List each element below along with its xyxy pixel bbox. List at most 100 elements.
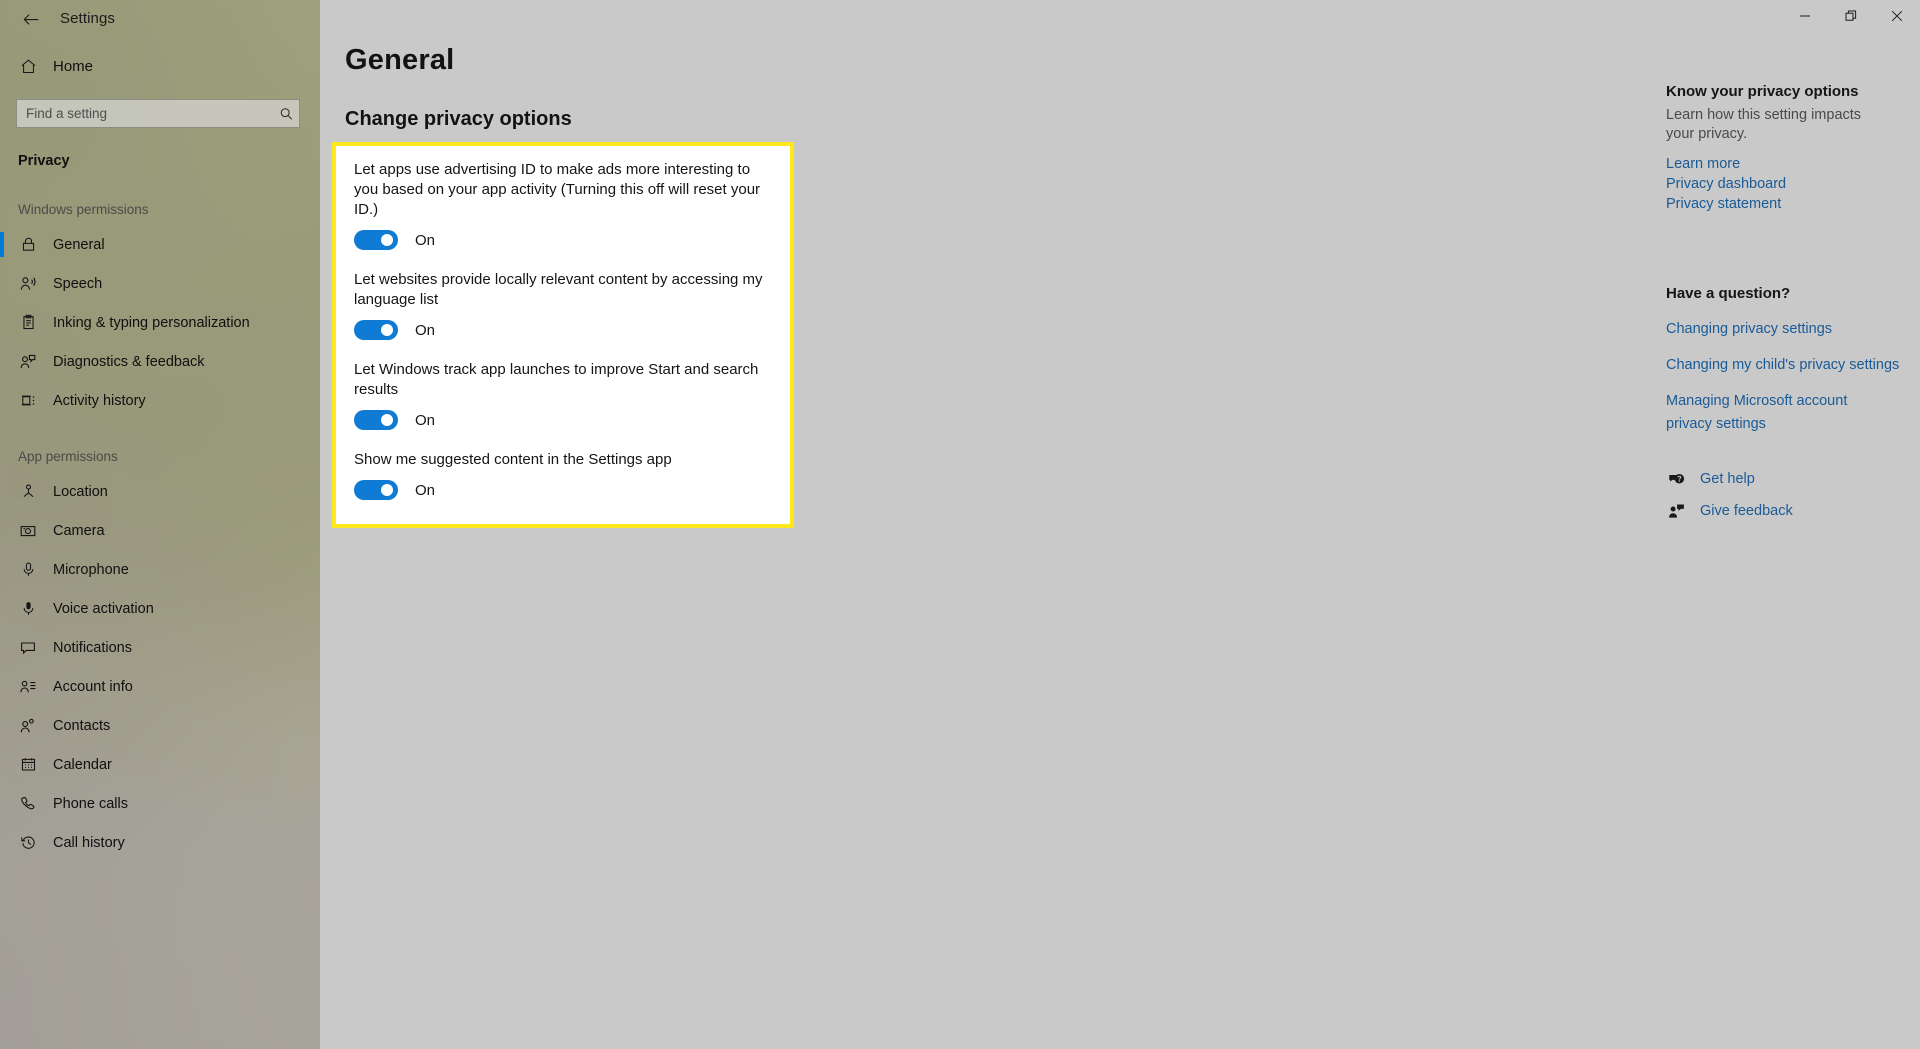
sidebar-item-location[interactable]: Location	[0, 472, 320, 511]
sidebar-item-general-label: General	[53, 236, 105, 253]
close-icon	[1891, 10, 1903, 22]
toggle-language-list-state: On	[415, 321, 436, 339]
sidebar-item-speech[interactable]: Speech	[0, 264, 320, 303]
rail-section-actions: Get help Give feedback	[1666, 463, 1793, 527]
contacts-icon	[18, 716, 38, 736]
speech-person-icon	[18, 274, 38, 294]
back-arrow-icon	[23, 12, 40, 27]
camera-icon	[18, 521, 38, 541]
toggle-suggested-content[interactable]	[354, 480, 398, 500]
sidebar-item-notifications[interactable]: Notifications	[0, 628, 320, 667]
title-bar: Settings	[0, 0, 1920, 38]
section-title: Change privacy options	[345, 108, 572, 130]
sidebar-item-home[interactable]: Home	[0, 49, 320, 83]
link-changing-privacy-settings[interactable]: Changing privacy settings	[1666, 318, 1899, 341]
sidebar-item-contacts-label: Contacts	[53, 717, 111, 734]
setting-language-list: Let websites provide locally relevant co…	[354, 270, 772, 340]
feedback-person-icon	[1666, 501, 1686, 521]
setting-advertising-id-description: Let apps use advertising ID to make ads …	[354, 161, 761, 218]
sidebar-item-diagnostics-feedback[interactable]: Diagnostics & feedback	[0, 342, 320, 381]
sidebar-item-account-info[interactable]: Account info	[0, 667, 320, 706]
restore-button[interactable]	[1828, 0, 1874, 32]
search-icon[interactable]	[279, 106, 294, 121]
toggle-knob	[381, 234, 393, 246]
setting-language-list-description: Let websites provide locally relevant co…	[354, 271, 763, 308]
phone-icon	[18, 794, 38, 814]
calendar-icon	[18, 755, 38, 775]
voice-activation-icon	[18, 599, 38, 619]
help-bubble-icon	[1666, 469, 1686, 489]
minimize-button[interactable]	[1782, 0, 1828, 32]
get-help-button[interactable]: Get help	[1666, 463, 1793, 495]
toggle-language-list[interactable]	[354, 320, 398, 340]
sidebar-item-microphone-label: Microphone	[53, 561, 129, 578]
back-button[interactable]	[8, 3, 54, 35]
setting-app-launch-tracking-description: Let Windows track app launches to improv…	[354, 361, 759, 398]
notification-icon	[18, 638, 38, 658]
home-icon	[18, 56, 38, 76]
sidebar-item-contacts[interactable]: Contacts	[0, 706, 320, 745]
account-info-icon	[18, 677, 38, 697]
sidebar-item-voice-activation[interactable]: Voice activation	[0, 589, 320, 628]
microphone-icon	[18, 560, 38, 580]
sidebar-item-voice-activation-label: Voice activation	[53, 600, 154, 617]
right-rail: Know your privacy options Learn how this…	[1652, 0, 1920, 1049]
link-privacy-dashboard[interactable]: Privacy dashboard	[1666, 174, 1888, 194]
link-learn-more[interactable]: Learn more	[1666, 154, 1888, 174]
sidebar-item-activity-history-label: Activity history	[53, 392, 146, 409]
search-box[interactable]	[16, 99, 302, 128]
rail-question-links: Changing privacy settings Changing my ch…	[1666, 318, 1899, 436]
page-title: General	[345, 44, 455, 76]
toggle-knob	[381, 324, 393, 336]
sidebar-content: Home Privacy Windows permissions	[0, 0, 320, 862]
sidebar-group-label-windows-permissions: Windows permissions	[18, 202, 149, 217]
toggle-knob	[381, 414, 393, 426]
link-privacy-statement[interactable]: Privacy statement	[1666, 194, 1888, 214]
sidebar-item-account-info-label: Account info	[53, 678, 133, 695]
close-button[interactable]	[1874, 0, 1920, 32]
search-input[interactable]	[16, 99, 300, 128]
clipboard-pen-icon	[18, 313, 38, 333]
sidebar-item-call-history[interactable]: Call history	[0, 823, 320, 862]
link-managing-microsoft-account-privacy-settings[interactable]: Managing Microsoft account privacy setti…	[1666, 390, 1866, 436]
sidebar-item-diagnostics-feedback-label: Diagnostics & feedback	[53, 353, 205, 370]
toggle-knob	[381, 484, 393, 496]
rail-know-body: Learn how this setting impacts your priv…	[1666, 107, 1862, 142]
sidebar: Home Privacy Windows permissions	[0, 0, 320, 1049]
setting-language-list-toggle-row[interactable]: On	[354, 320, 772, 340]
toggle-app-launch-tracking[interactable]	[354, 410, 398, 430]
setting-app-launch-tracking: Let Windows track app launches to improv…	[354, 360, 772, 430]
give-feedback-button[interactable]: Give feedback	[1666, 495, 1793, 527]
setting-app-launch-tracking-toggle-row[interactable]: On	[354, 410, 772, 430]
sidebar-item-general[interactable]: General	[0, 225, 320, 264]
sidebar-item-call-history-label: Call history	[53, 834, 125, 851]
setting-advertising-id-toggle-row[interactable]: On	[354, 230, 772, 250]
sidebar-item-inking-typing-personalization-label: Inking & typing personalization	[53, 314, 250, 331]
sidebar-group-windows-permissions: General Speech Inking & typing personali…	[0, 225, 320, 420]
sidebar-item-microphone[interactable]: Microphone	[0, 550, 320, 589]
setting-suggested-content-toggle-row[interactable]: On	[354, 480, 772, 500]
sidebar-item-calendar-label: Calendar	[53, 756, 112, 773]
activity-history-icon	[18, 391, 38, 411]
sidebar-item-activity-history[interactable]: Activity history	[0, 381, 320, 420]
toggle-app-launch-tracking-state: On	[415, 411, 436, 429]
sidebar-item-phone-calls[interactable]: Phone calls	[0, 784, 320, 823]
person-feedback-icon	[18, 352, 38, 372]
sidebar-item-calendar[interactable]: Calendar	[0, 745, 320, 784]
sidebar-item-notifications-label: Notifications	[53, 639, 132, 656]
get-help-label: Get help	[1700, 471, 1755, 487]
sidebar-item-home-label: Home	[53, 57, 94, 75]
caption-buttons	[1782, 0, 1920, 32]
sidebar-item-inking-typing-personalization[interactable]: Inking & typing personalization	[0, 303, 320, 342]
toggle-advertising-id[interactable]	[354, 230, 398, 250]
sidebar-group-app-permissions: Location Camera Microphone Voice activat…	[0, 472, 320, 862]
sidebar-item-camera-label: Camera	[53, 522, 105, 539]
setting-suggested-content: Show me suggested content in the Setting…	[354, 450, 772, 500]
sidebar-item-camera[interactable]: Camera	[0, 511, 320, 550]
sidebar-item-location-label: Location	[53, 483, 108, 500]
sidebar-item-speech-label: Speech	[53, 275, 103, 292]
sidebar-section-heading: Privacy	[18, 153, 70, 169]
toggle-advertising-id-state: On	[415, 231, 436, 249]
minimize-icon	[1799, 10, 1811, 22]
link-changing-my-childs-privacy-settings[interactable]: Changing my child's privacy settings	[1666, 354, 1899, 377]
